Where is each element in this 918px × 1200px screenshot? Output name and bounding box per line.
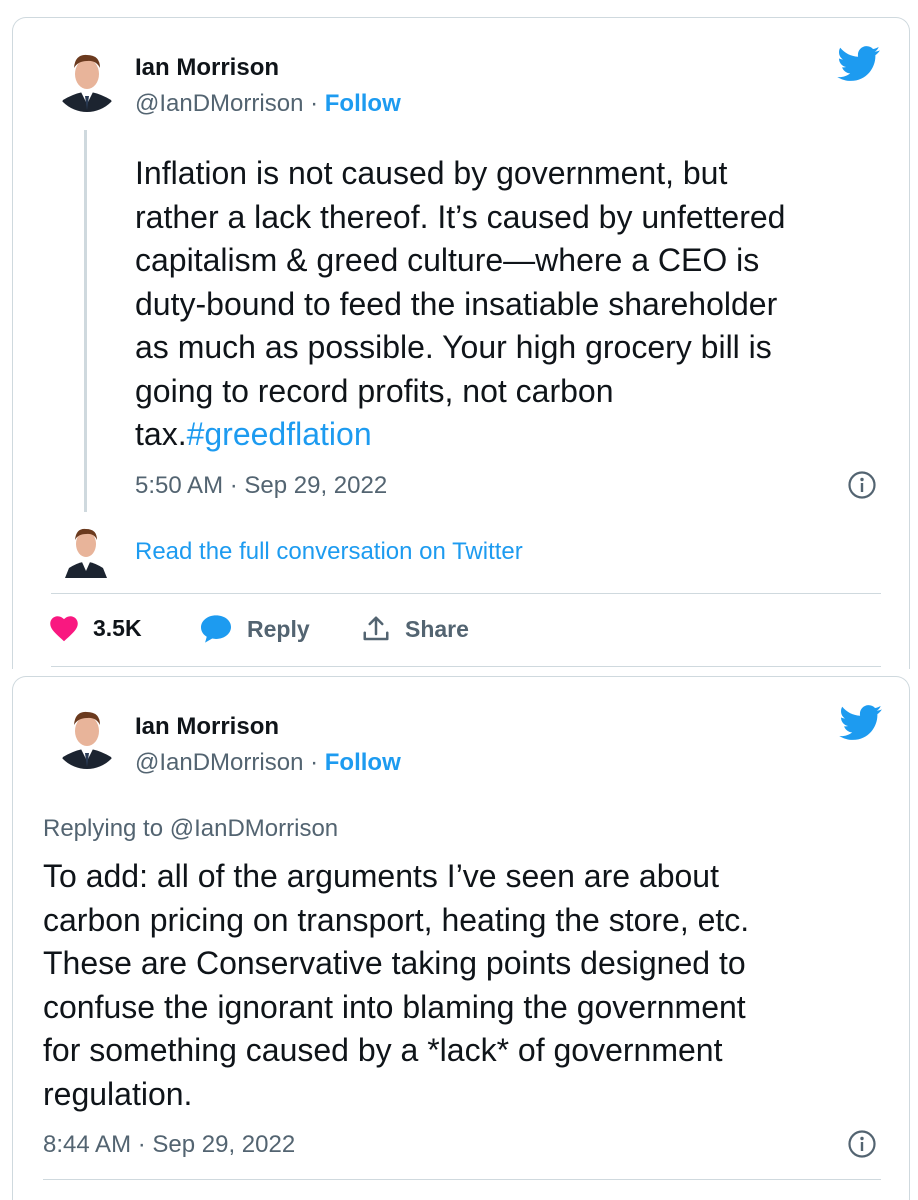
reply-label: Reply [247, 615, 310, 642]
author-handle-line: @IanDMorrison · Follow [135, 749, 401, 777]
twitter-bird-icon[interactable] [839, 705, 883, 746]
author-name[interactable]: Ian Morrison [135, 54, 279, 82]
like-button[interactable]: 3.5K [49, 614, 142, 642]
heart-icon [50, 616, 78, 642]
tweet-text: To add: all of the arguments I’ve seen a… [43, 858, 750, 1112]
author-handle[interactable]: @IanDMorrison [135, 749, 303, 776]
divider [51, 666, 881, 667]
share-label: Share [405, 615, 469, 642]
author-avatar[interactable] [53, 701, 121, 769]
separator-dot: · [303, 749, 325, 776]
thread-line [84, 130, 87, 512]
tweet-timestamp[interactable]: 5:50 AM · Sep 29, 2022 [135, 472, 387, 500]
tweet-text: Inflation is not caused by government, b… [135, 152, 895, 457]
tweet-text-main: Inflation is not caused by government, b… [135, 155, 786, 452]
author-name[interactable]: Ian Morrison [135, 713, 279, 741]
reply-bubble-icon [201, 615, 231, 643]
small-avatar[interactable] [63, 520, 109, 578]
reply-button[interactable]: Reply [199, 614, 310, 644]
divider [43, 1179, 881, 1180]
tweet-card-2: Ian Morrison @IanDMorrison · Follow Repl… [12, 676, 910, 1200]
tweet-timestamp[interactable]: 8:44 AM · Sep 29, 2022 [43, 1131, 295, 1159]
read-conversation-link[interactable]: Read the full conversation on Twitter [135, 538, 523, 566]
separator-dot: · [303, 90, 325, 117]
share-button[interactable]: Share [361, 614, 469, 644]
follow-link[interactable]: Follow [325, 749, 401, 776]
info-icon[interactable] [847, 470, 877, 505]
like-count: 3.5K [93, 614, 142, 641]
divider [51, 593, 881, 594]
hashtag-link[interactable]: #greedflation [187, 416, 372, 452]
follow-link[interactable]: Follow [325, 90, 401, 117]
author-handle-line: @IanDMorrison · Follow [135, 90, 401, 118]
author-handle[interactable]: @IanDMorrison [135, 90, 303, 117]
share-icon [363, 616, 389, 641]
twitter-bird-icon[interactable] [837, 46, 881, 87]
replying-to[interactable]: Replying to @IanDMorrison [43, 815, 338, 843]
info-icon[interactable] [847, 1129, 877, 1164]
author-avatar[interactable] [53, 44, 121, 112]
tweet-card-1: Ian Morrison @IanDMorrison · Follow Infl… [12, 17, 910, 669]
